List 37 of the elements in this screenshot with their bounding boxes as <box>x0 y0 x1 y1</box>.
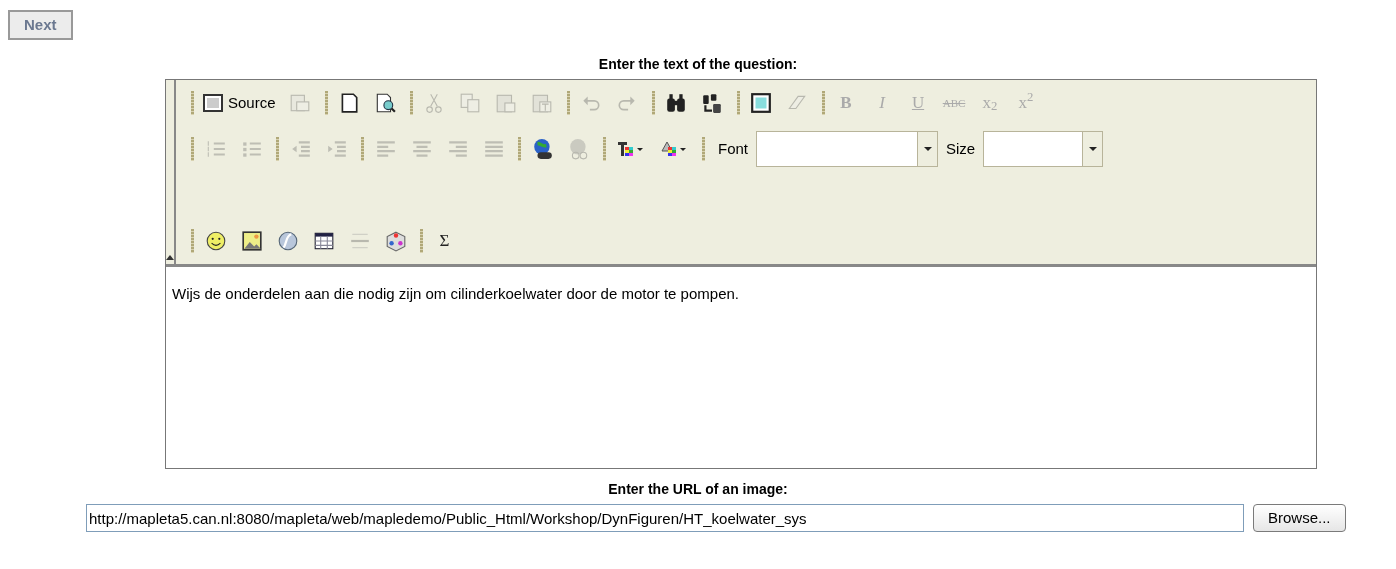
preview-icon <box>374 92 397 114</box>
combo-field[interactable] <box>756 131 938 167</box>
question-label: Enter the text of the question: <box>597 55 799 74</box>
dice-icon <box>384 230 407 252</box>
combo-label: Font <box>718 138 748 159</box>
clipboard-icon <box>289 92 312 114</box>
source-icon <box>203 94 223 112</box>
collapse-icon[interactable] <box>166 255 174 260</box>
copy-icon <box>459 92 482 114</box>
binoculars-icon <box>665 92 688 114</box>
background-color-icon <box>661 141 676 156</box>
caret-icon <box>637 148 643 151</box>
combo-label: Size <box>946 138 976 159</box>
source-button[interactable]: Source <box>199 89 280 117</box>
align-right-icon <box>446 138 469 160</box>
indent-icon <box>325 138 348 160</box>
align-left-icon <box>374 138 397 160</box>
select-all-icon <box>750 92 773 114</box>
paste-icon <box>495 92 518 114</box>
image-url-label: Enter the URL of an image: <box>607 480 789 499</box>
globe-link-icon <box>531 138 554 160</box>
align-center-icon <box>410 138 433 160</box>
image-icon <box>240 230 263 252</box>
browse-button[interactable]: Browse... <box>1253 504 1346 532</box>
format-button[interactable]: Σ <box>428 226 461 256</box>
caret-icon <box>1088 147 1097 151</box>
caret-icon <box>923 147 932 151</box>
globe-unlink-icon <box>567 138 590 160</box>
text-color-icon <box>618 142 633 156</box>
paste-text-icon <box>531 92 554 114</box>
caret-icon <box>680 148 686 151</box>
table-icon <box>312 230 335 252</box>
question-text: Wijs de onderdelen aan die nodig zijn om cilinderkoelwater door de motor te pompen. <box>172 284 740 304</box>
justify-icon <box>482 138 505 160</box>
combo-field[interactable] <box>983 131 1104 167</box>
url-field[interactable]: http://mapleta5.can.nl:8080/mapleta/web/mapledemo/Public_Html/Workshop/DynFiguren/HT_koelwater_sys <box>86 504 1244 532</box>
smiley-icon <box>204 230 227 252</box>
